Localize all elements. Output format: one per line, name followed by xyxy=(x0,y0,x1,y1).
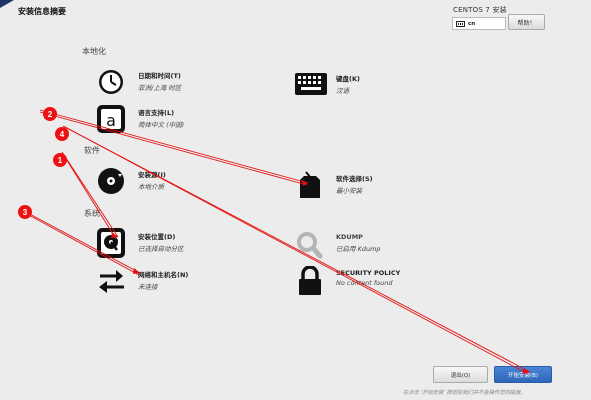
spoke-language-title: 语言支持(L) xyxy=(138,109,175,117)
svg-text:a: a xyxy=(106,111,116,130)
keyboard-layout-indicator[interactable]: cn xyxy=(452,17,506,30)
spoke-kdump-status: 已启用 Kdump xyxy=(336,245,381,253)
spoke-installation-destination-title: 安装位置(D) xyxy=(138,233,176,241)
category-system: 系统 xyxy=(84,209,100,218)
keyboard-icon xyxy=(294,70,328,100)
spoke-network-hostname[interactable]: 网络和主机名(N) 未连接 xyxy=(96,266,188,296)
spoke-software-selection-status: 最小安装 xyxy=(336,187,362,195)
begin-installation-button[interactable]: 开始安装(B) xyxy=(494,366,552,383)
keyboard-layout-label: cn xyxy=(468,20,476,27)
spoke-installation-destination[interactable]: 安装位置(D) 已选择自动分区 xyxy=(96,228,184,258)
spoke-network-hostname-title: 网络和主机名(N) xyxy=(138,271,189,279)
spoke-installation-source-status: 本地介质 xyxy=(138,183,164,191)
harddisk-icon xyxy=(96,228,130,258)
language-icon: a xyxy=(96,104,130,134)
spoke-datetime[interactable]: 日期和时间(T) 亚洲/上海 时区 xyxy=(96,67,181,97)
spoke-language-status: 简体中文 (中国) xyxy=(138,121,185,129)
spoke-datetime-title: 日期和时间(T) xyxy=(138,72,181,80)
spoke-datetime-status: 亚洲/上海 时区 xyxy=(138,84,182,92)
footer-note: 在点击 '开始安装' 按钮前我们并不会操作您的磁盘。 xyxy=(403,390,526,396)
spoke-keyboard-title: 键盘(K) xyxy=(336,75,360,83)
annotation-marker-2: 2 xyxy=(43,107,57,121)
spoke-installation-source-title: 安装源(I) xyxy=(138,171,166,179)
spoke-software-selection-title: 软件选择(S) xyxy=(336,175,373,183)
spoke-security-policy[interactable]: SECURITY POLICY No content found xyxy=(294,265,401,296)
spoke-network-hostname-status: 未连接 xyxy=(138,283,158,291)
network-arrows-icon xyxy=(96,266,130,296)
hub-title: 安装信息摘要 xyxy=(18,7,66,16)
keyboard-small-icon xyxy=(456,20,465,27)
spoke-language[interactable]: a 语言支持(L) 简体中文 (中国) xyxy=(96,104,184,134)
annotation-marker-3: 3 xyxy=(18,205,32,219)
spoke-kdump-title: KDUMP xyxy=(336,233,363,241)
summary-hub: 安装信息摘要 CENTOS 7 安装 cn 帮助！ 本地化 日期和时间(T) 亚… xyxy=(0,0,591,400)
spoke-security-policy-status: No content found xyxy=(336,279,393,287)
package-icon xyxy=(294,170,328,200)
annotation-marker-1: 1 xyxy=(53,153,67,167)
annotation-marker-4: 4 xyxy=(55,127,69,141)
category-localization: 本地化 xyxy=(82,47,106,56)
spoke-kdump[interactable]: KDUMP 已启用 Kdump xyxy=(294,230,381,260)
help-button[interactable]: 帮助！ xyxy=(508,14,545,30)
install-title: CENTOS 7 安装 xyxy=(453,6,507,14)
lock-icon xyxy=(294,265,328,296)
spoke-keyboard-status: 汉语 xyxy=(336,87,349,95)
spoke-software-selection[interactable]: 软件选择(S) 最小安装 xyxy=(294,170,373,200)
category-software: 软件 xyxy=(84,146,100,155)
quit-button[interactable]: 退出(Q) xyxy=(433,366,488,383)
search-icon xyxy=(294,230,328,260)
spoke-installation-source[interactable]: 安装源(I) 本地介质 xyxy=(96,166,166,196)
disc-icon xyxy=(96,166,130,196)
spoke-security-policy-title: SECURITY POLICY xyxy=(336,269,401,277)
spoke-installation-destination-status: 已选择自动分区 xyxy=(138,245,184,253)
spoke-keyboard[interactable]: 键盘(K) 汉语 xyxy=(294,70,360,100)
clock-icon xyxy=(96,67,130,97)
